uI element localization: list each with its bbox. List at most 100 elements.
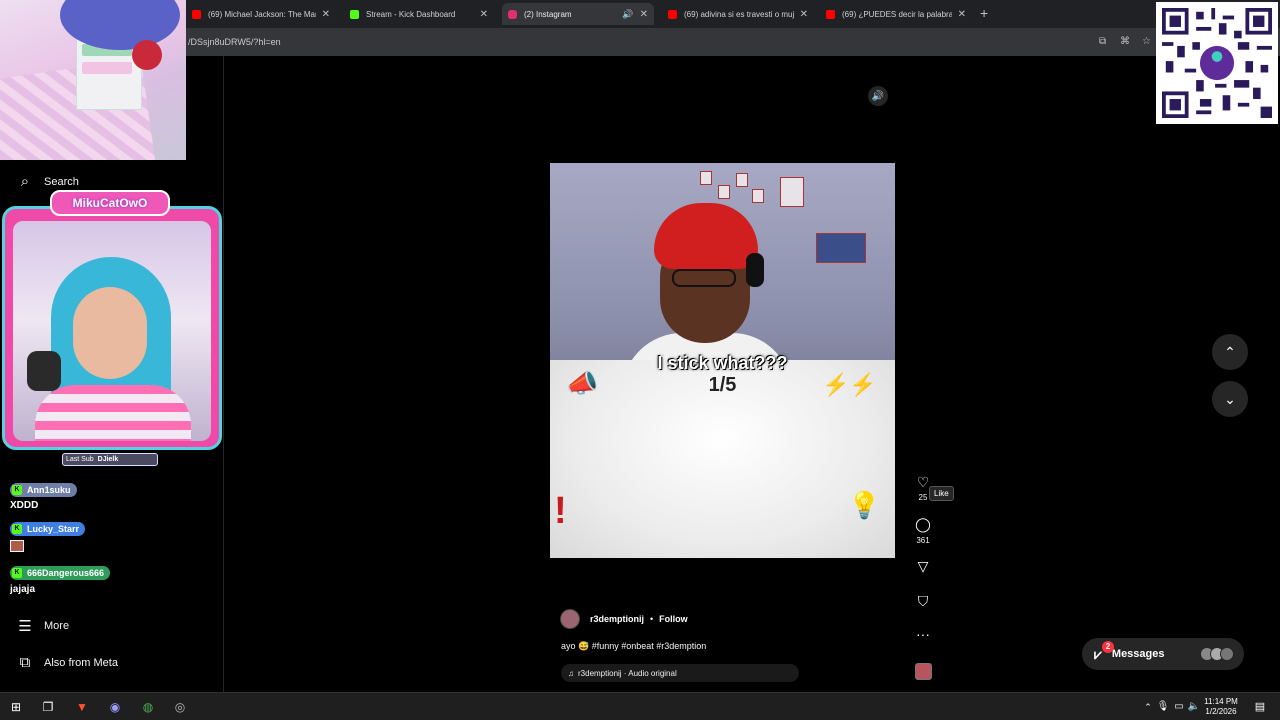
browser-tab-bar: (69) Michael Jackson: The Man ✕ Stream -… (0, 0, 1280, 28)
system-clock[interactable]: 11:14 PM 1/2/2026 (1196, 697, 1246, 717)
bookmark-star-icon[interactable]: ☆ (1142, 36, 1151, 47)
exclamation-sticker: ! (554, 490, 567, 532)
browser-tab[interactable]: (69) Michael Jackson: The Man ✕ (186, 3, 336, 25)
lightbulb-sticker: 💡 (848, 490, 881, 520)
channel-badge: MikuCatOwO (50, 190, 170, 216)
close-tab-icon[interactable]: ✕ (480, 9, 488, 20)
reel-description: ayo 😅 #funny #onbeat #r3demption (561, 641, 707, 651)
search-icon: ⌕ (20, 173, 30, 190)
close-tab-icon[interactable]: ✕ (322, 9, 330, 20)
youtube-icon (826, 9, 835, 19)
webcam-video (13, 221, 211, 441)
share-button[interactable]: ▽ (912, 558, 934, 575)
music-note-icon: ♫ (568, 668, 574, 678)
reel-caption: I stick what??? (657, 353, 788, 373)
kick-icon: K (12, 524, 22, 534)
wall-poster (718, 185, 730, 199)
wall-poster (752, 189, 764, 203)
red-bonnet (654, 203, 758, 269)
chrome-icon[interactable]: ◍ (140, 699, 156, 715)
chat-username: K Lucky_Starr (10, 522, 86, 536)
browser-tab[interactable]: (69) ¿PUEDES decir la palabra A ✕ (820, 3, 972, 25)
microphone (27, 351, 61, 391)
room-camera-overlay (0, 0, 186, 160)
discord-icon[interactable]: ◉ (107, 699, 123, 715)
chat-message: XDDD (10, 500, 39, 511)
new-tab-button[interactable]: + (980, 5, 988, 21)
unread-badge: 2 (1102, 640, 1114, 653)
wall-poster (780, 177, 804, 207)
youtube-icon (192, 9, 201, 19)
url-field[interactable]: /DSsjn8uDRW5/?hl=en (188, 37, 281, 47)
speaker-icon[interactable]: 🔊 (622, 9, 633, 20)
browser-tab[interactable]: (69) adivina si es travesti o muj ✕ (662, 3, 814, 25)
chat-username: K 666Dangerous666 (10, 566, 111, 580)
send-icon: ▽ (917, 558, 929, 574)
more-options-button[interactable]: ··· (912, 626, 934, 642)
last-sub-bar: Last Sub DJielk (62, 453, 158, 466)
comment-button[interactable]: ◯ (912, 516, 934, 533)
next-reel-button[interactable]: ⌄ (1212, 381, 1248, 417)
translate-icon[interactable]: ⌘ (1120, 36, 1130, 47)
qr-code-image (1162, 8, 1272, 118)
close-tab-icon[interactable]: ✕ (958, 9, 966, 20)
tray-chevron-icon[interactable]: ⌃ (1140, 699, 1156, 715)
microphone-icon[interactable]: 🎙 (1155, 699, 1171, 715)
plush-toy-detail (132, 40, 162, 70)
message-avatars (1200, 647, 1234, 661)
windows-start-icon[interactable]: ⊞ (8, 699, 24, 715)
brave-browser-icon[interactable]: ▼ (74, 699, 90, 715)
streamer-face (73, 287, 147, 379)
browser-tab[interactable]: Stream - Kick Dashboard ✕ (344, 3, 494, 25)
sidebar-item-also-from-meta[interactable]: ⧉ Also from Meta (16, 654, 118, 671)
kick-icon: K (12, 568, 22, 578)
bookmark-icon: ⛉ (917, 593, 929, 609)
wall-poster (736, 173, 748, 187)
chat-message: jajaja (10, 584, 36, 595)
comment-count: 361 (916, 536, 930, 545)
drawer (82, 62, 132, 74)
sidebar-item-search[interactable]: ⌕ Search (16, 173, 79, 190)
wall-poster (700, 171, 712, 185)
audio-thumbnail[interactable] (915, 663, 932, 680)
close-tab-icon[interactable]: ✕ (640, 9, 648, 20)
chat-username: K Ann1suku (10, 483, 77, 497)
browser-tab-active[interactable]: (2) Instagram 🔊 ✕ (502, 3, 654, 25)
reel-author: r3demptionij • Follow (560, 609, 688, 629)
headset (746, 253, 764, 287)
instagram-icon (508, 9, 517, 19)
close-tab-icon[interactable]: ✕ (800, 9, 808, 20)
avatar[interactable] (560, 609, 580, 629)
megaphone-sticker: 📣 (566, 368, 599, 398)
lightning-sticker: ⚡⚡ (822, 372, 877, 397)
avatar (1220, 647, 1234, 661)
chat-emote (10, 540, 24, 552)
volume-icon[interactable]: 🔊 (868, 86, 888, 106)
follow-button[interactable]: Follow (659, 614, 688, 624)
kick-icon (350, 9, 359, 19)
chevron-down-icon: ⌄ (1224, 390, 1236, 407)
previous-reel-button[interactable]: ⌃ (1212, 334, 1248, 370)
comment-icon: ◯ (915, 516, 931, 532)
notification-icon[interactable]: ▤ (1252, 699, 1268, 715)
save-button[interactable]: ⛉ (912, 593, 934, 610)
like-tooltip: Like (929, 486, 954, 501)
streamer-shirt (35, 385, 191, 441)
obs-icon[interactable]: ◎ (172, 699, 188, 715)
ellipsis-icon: ··· (916, 626, 930, 642)
network-icon[interactable]: ▭ (1171, 699, 1187, 715)
cast-icon[interactable]: ⧉ (1099, 36, 1106, 47)
separator-dot: • (650, 614, 654, 624)
menu-icon: ☰ (18, 618, 32, 635)
address-bar: /DSsjn8uDRW5/?hl=en ⧉ ⌘ ☆ (0, 28, 1280, 56)
wall-poster (816, 233, 866, 263)
messenger-icon: ⩗ 2 (1094, 640, 1114, 663)
audio-link[interactable]: ♫ r3demptionij · Audio original (561, 664, 799, 682)
reel-player[interactable]: 🔊 I stick what??? 1/5 📣 ⚡⚡ ! 💡 r3demptio… (550, 80, 895, 692)
yape-qr-code (1156, 2, 1278, 124)
sidebar-item-more[interactable]: ☰ More (16, 617, 69, 635)
messages-button[interactable]: ⩗ 2 Messages (1082, 638, 1244, 670)
youtube-icon (668, 9, 677, 19)
task-view-icon[interactable]: ❐ (40, 699, 56, 715)
author-username[interactable]: r3demptionij (590, 614, 644, 624)
